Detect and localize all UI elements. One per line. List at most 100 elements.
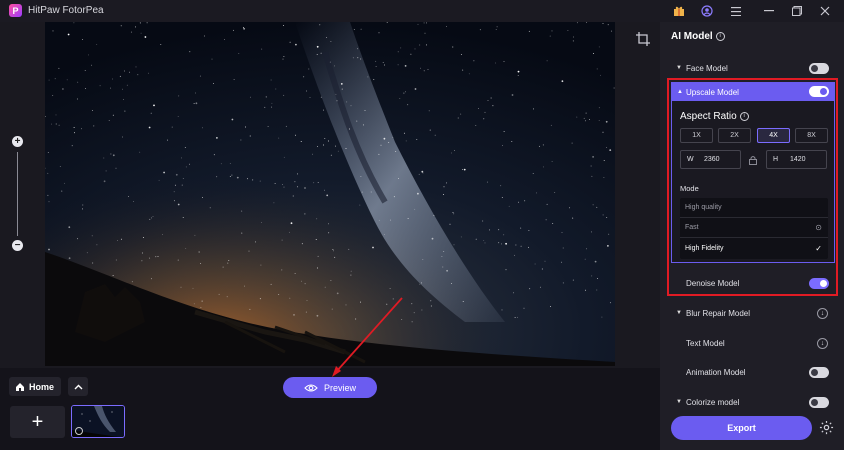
close-icon[interactable] <box>817 3 833 19</box>
star <box>384 64 385 66</box>
star <box>112 275 114 276</box>
star <box>233 78 235 80</box>
image-thumbnail[interactable] <box>71 405 125 438</box>
star <box>421 170 424 173</box>
star <box>324 189 325 191</box>
star <box>271 102 273 104</box>
star <box>596 206 598 208</box>
collapse-button[interactable] <box>68 377 88 396</box>
face-model-row[interactable]: ▼ Face Model <box>660 58 844 78</box>
gear-icon[interactable] <box>819 420 834 435</box>
star <box>585 120 587 122</box>
star <box>58 124 60 126</box>
star <box>413 312 415 314</box>
star <box>520 227 522 229</box>
info-icon[interactable]: i <box>715 31 725 41</box>
star <box>105 170 107 172</box>
star <box>360 58 362 60</box>
star <box>528 30 530 32</box>
star <box>153 104 155 107</box>
star <box>356 120 358 122</box>
star <box>446 182 448 184</box>
star <box>93 125 95 127</box>
star <box>404 65 407 67</box>
star <box>55 123 57 125</box>
gift-icon[interactable] <box>671 3 687 19</box>
star <box>249 308 251 310</box>
animation-model-row[interactable]: Animation Model <box>660 362 844 382</box>
star <box>283 186 285 188</box>
star <box>550 124 552 126</box>
preview-button[interactable]: Preview <box>283 377 377 398</box>
star <box>323 144 325 146</box>
animation-model-toggle[interactable] <box>809 366 829 378</box>
star <box>597 277 599 279</box>
zoom-slider[interactable] <box>17 152 18 236</box>
star <box>150 112 152 114</box>
star <box>278 137 280 139</box>
face-model-toggle[interactable] <box>809 62 829 74</box>
star <box>112 78 114 80</box>
zoom-out-button[interactable]: − <box>12 240 23 251</box>
star <box>317 145 318 147</box>
star <box>443 186 445 188</box>
download-icon[interactable]: ↓ <box>817 337 828 349</box>
account-icon[interactable] <box>699 3 715 19</box>
star <box>585 289 586 291</box>
star <box>149 257 151 259</box>
star <box>596 68 598 70</box>
star <box>536 192 537 194</box>
star <box>173 191 175 193</box>
minimize-icon[interactable] <box>761 3 777 19</box>
star <box>382 61 384 63</box>
blur-repair-model-row[interactable]: ▼ Blur Repair Model ↓ <box>660 303 844 323</box>
add-image-button[interactable]: + <box>10 406 65 438</box>
star <box>281 239 283 241</box>
star <box>316 267 318 269</box>
crop-icon[interactable] <box>636 32 650 46</box>
star <box>517 75 519 76</box>
star <box>462 69 464 71</box>
star <box>602 214 604 216</box>
star <box>609 149 612 151</box>
export-button[interactable]: Export <box>671 416 812 440</box>
ai-model-panel: AI Model i ▼ Face Model ▲ Upscale Model A… <box>660 22 844 450</box>
star <box>271 106 273 108</box>
star <box>226 296 228 298</box>
star <box>552 223 554 225</box>
star <box>326 194 329 197</box>
star <box>96 43 98 45</box>
star <box>120 25 122 27</box>
colorize-model-toggle[interactable] <box>809 396 829 408</box>
star <box>545 219 547 221</box>
download-icon[interactable]: ↓ <box>817 307 828 319</box>
star <box>590 231 592 233</box>
star <box>115 167 117 169</box>
star <box>498 242 500 244</box>
star <box>76 98 78 100</box>
star <box>309 96 311 98</box>
colorize-model-row[interactable]: ▼ Colorize model <box>660 392 844 412</box>
star <box>209 207 211 209</box>
star <box>52 95 54 97</box>
star <box>141 252 143 254</box>
star <box>541 268 543 270</box>
star <box>529 288 531 290</box>
star <box>596 289 598 291</box>
home-button[interactable]: Home <box>9 377 61 396</box>
star <box>73 22 75 24</box>
zoom-in-button[interactable]: + <box>12 136 23 147</box>
star <box>426 44 427 46</box>
star <box>241 232 243 234</box>
star <box>48 248 50 251</box>
maximize-icon[interactable] <box>789 3 805 19</box>
star <box>227 262 229 264</box>
star <box>236 176 239 179</box>
text-model-row[interactable]: Text Model ↓ <box>660 333 844 353</box>
home-icon <box>16 382 24 391</box>
menu-icon[interactable] <box>728 3 744 19</box>
star <box>397 64 399 66</box>
star <box>131 281 133 283</box>
star <box>397 51 399 53</box>
star <box>511 141 513 143</box>
